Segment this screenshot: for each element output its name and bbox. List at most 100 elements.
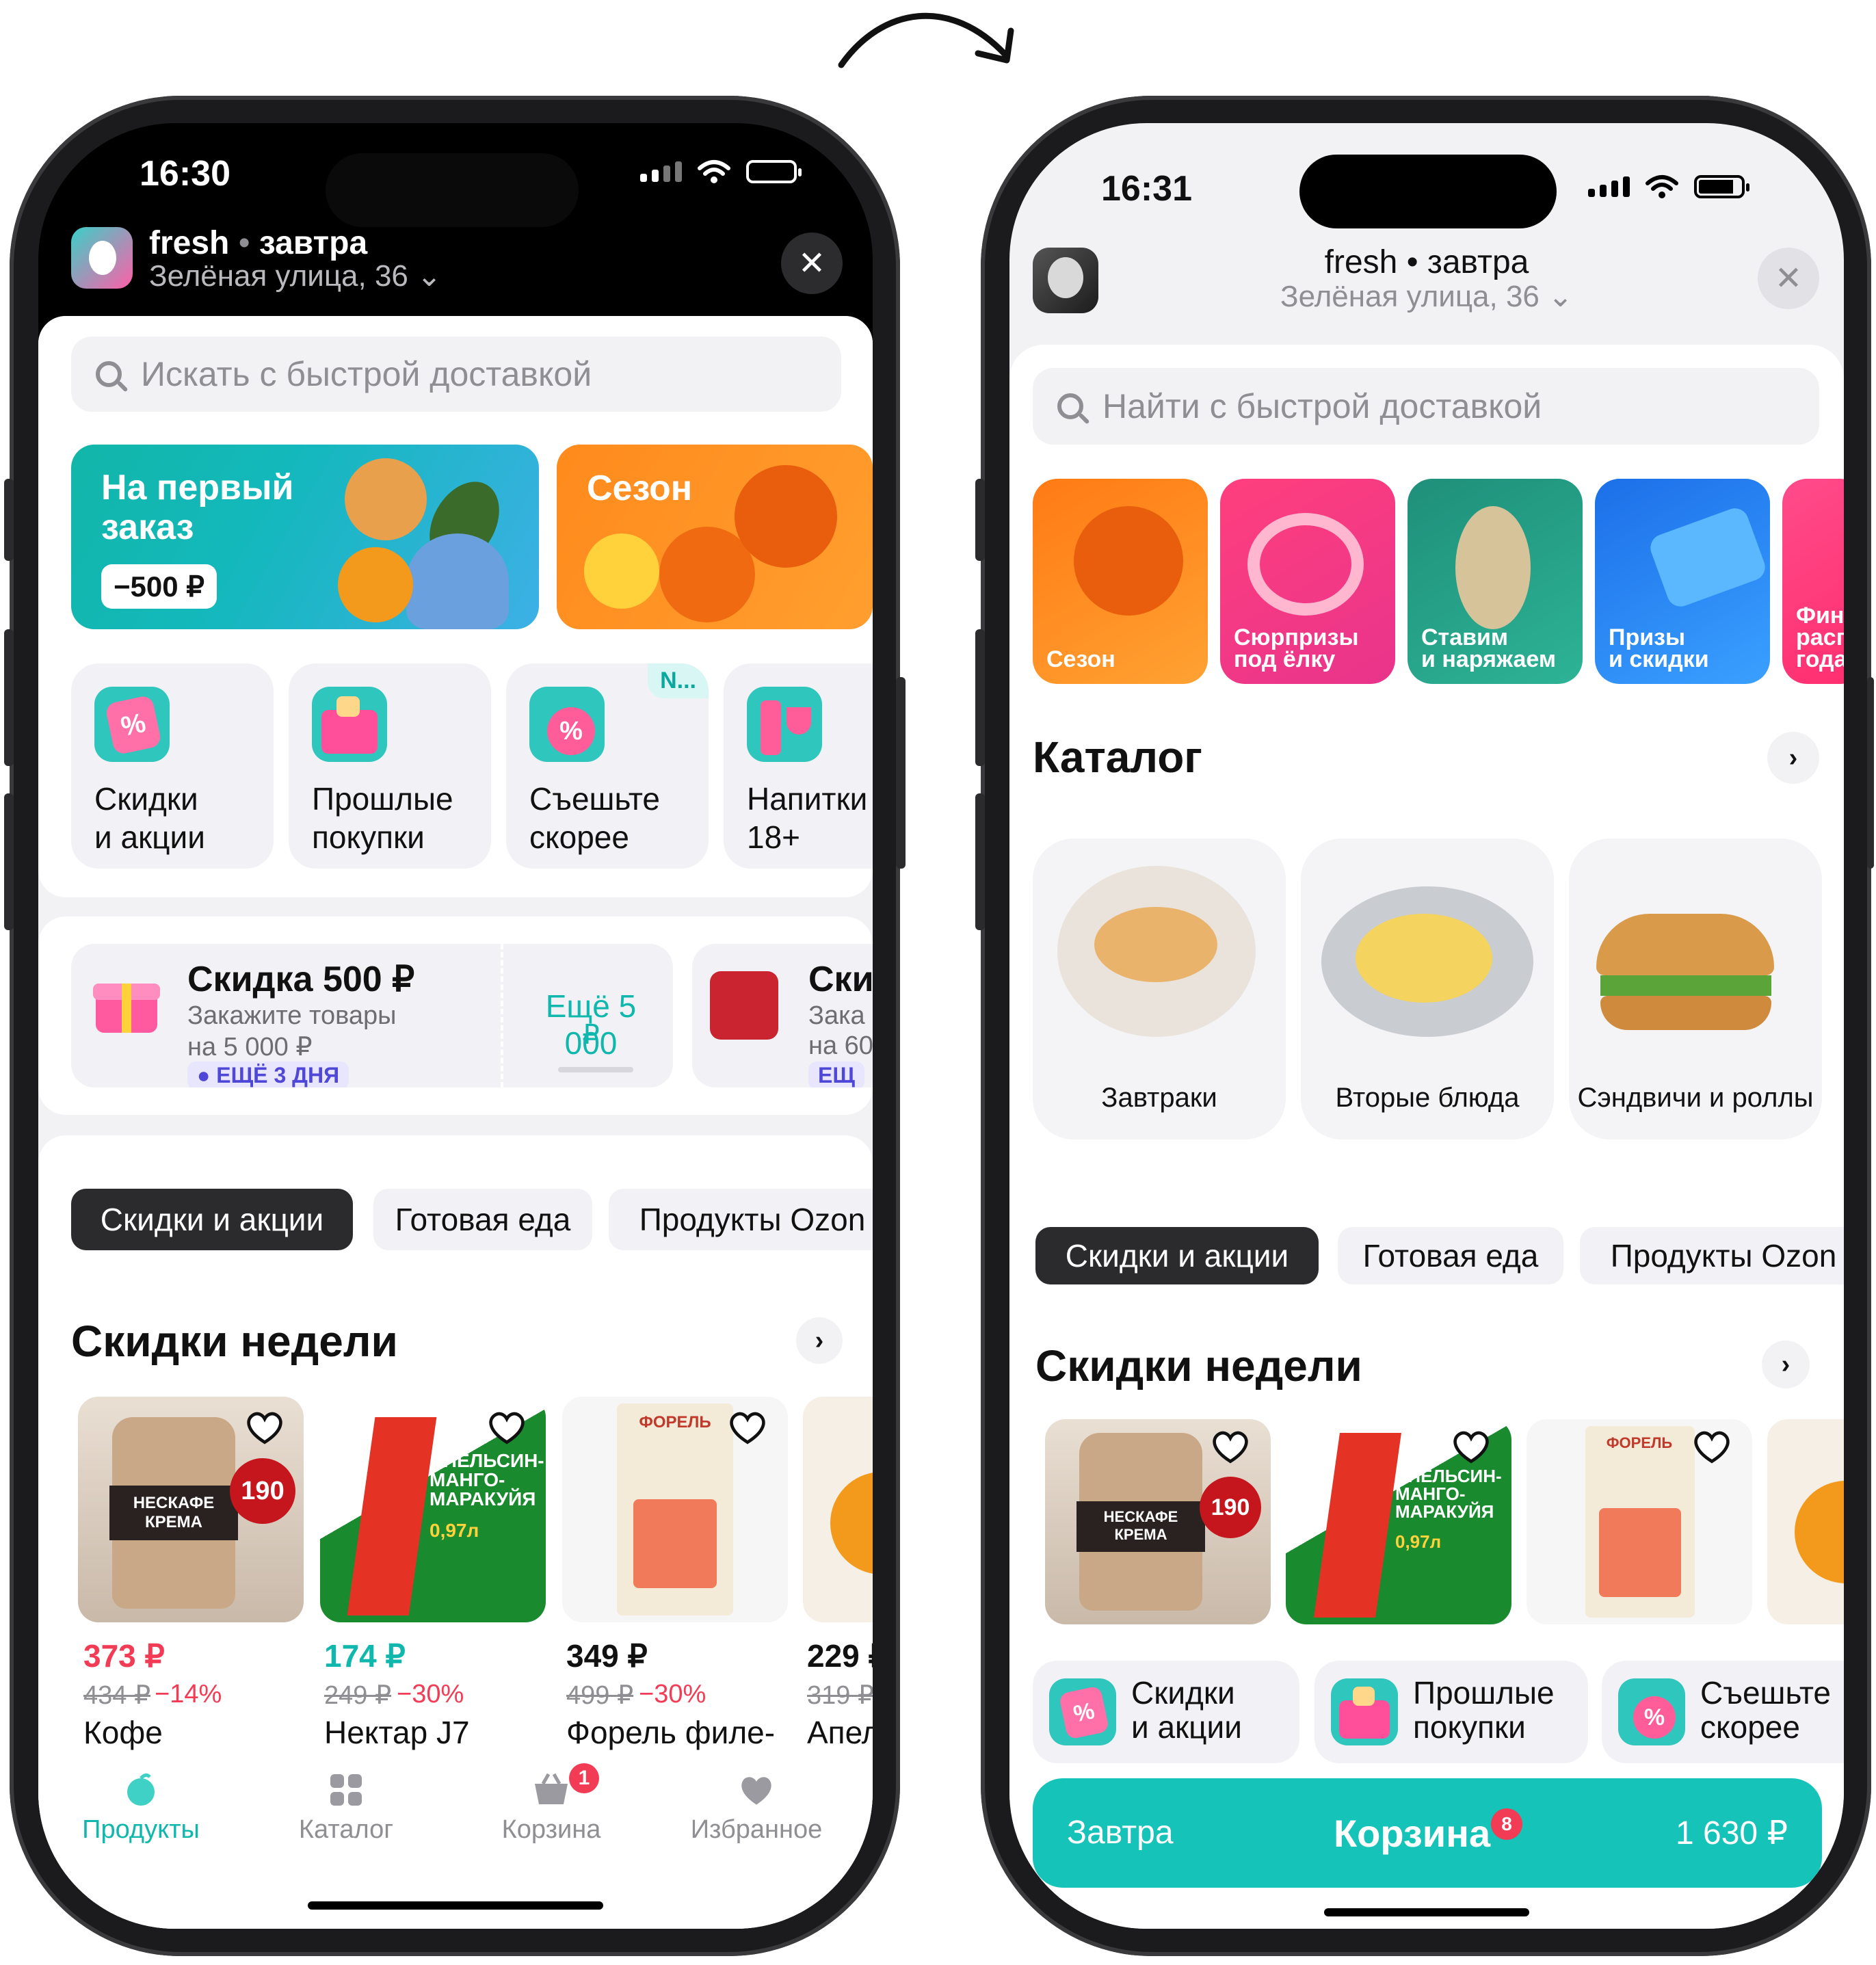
header-title[interactable]: fresh • завтра — [149, 224, 367, 262]
dynamic-island — [1299, 155, 1557, 228]
delivery-address[interactable]: Зелёная улица, 36 ⌄ — [149, 259, 442, 293]
quick-discounts[interactable]: % Скидки и акции — [71, 663, 274, 869]
right-side-button — [1867, 677, 1874, 869]
quick-eat-soon[interactable]: N... % Съешьте скорее — [506, 663, 709, 869]
catalog-label: Сэндвичи и роллы — [1577, 1083, 1814, 1113]
catalog-breakfast[interactable]: Завтраки — [1033, 839, 1286, 1139]
search-input[interactable]: Найти с быстрой доставкой — [1033, 368, 1819, 445]
product-image-orange[interactable] — [1767, 1419, 1844, 1624]
cart-bar[interactable]: Завтра Корзина 8 1 630 ₽ — [1033, 1778, 1822, 1888]
quick-eat-soon[interactable]: % Съешьте скорее — [1602, 1661, 1844, 1763]
catalog-sandwiches[interactable]: Сэндвичи и роллы — [1569, 839, 1822, 1139]
story-season[interactable]: Сезон — [1033, 479, 1208, 684]
favorite-heart-icon[interactable] — [726, 1406, 769, 1449]
product-image-orange[interactable] — [803, 1397, 873, 1622]
story-label: Призы и скидки — [1609, 624, 1709, 672]
section-title: Скидки недели — [71, 1317, 398, 1366]
section-title: Скидки недели — [1035, 1341, 1362, 1390]
title-separator: • — [1406, 244, 1418, 280]
story-prizes[interactable]: Призы и скидки — [1595, 479, 1770, 684]
close-button[interactable]: ✕ — [1758, 248, 1819, 309]
brand-name: fresh — [149, 225, 230, 261]
section-more-button[interactable]: › — [1762, 1341, 1810, 1388]
promo-title: Скидка 500 ₽ — [187, 960, 415, 999]
story-label: Сюрпризы под ёлку — [1234, 624, 1359, 672]
tab-label: Корзина — [501, 1815, 601, 1844]
tab-products[interactable]: Продукты — [59, 1771, 223, 1845]
tab-label: Продукты — [82, 1815, 200, 1844]
favorite-heart-icon[interactable] — [1450, 1425, 1492, 1468]
battery-icon — [746, 160, 802, 183]
story-label: Ставим и наряжаем — [1421, 624, 1556, 672]
left-side-button — [896, 677, 906, 869]
status-icons — [1588, 174, 1749, 200]
product-discount: −30% — [639, 1680, 706, 1709]
tab-favorites[interactable]: Избранное — [674, 1771, 838, 1845]
transition-arrow-icon — [838, 12, 1014, 68]
banner-first-order[interactable]: На первый заказ −500 ₽ — [71, 445, 539, 629]
promo-second-card[interactable]: Ски Зака на 60 ЕЩ — [692, 944, 873, 1087]
product-discount: −30% — [397, 1680, 464, 1709]
left-side-button — [4, 479, 14, 561]
status-icons — [640, 159, 802, 185]
quick-past-purchases[interactable]: Прошлые покупки — [1314, 1661, 1588, 1763]
quick-label: Скидки и акции — [94, 781, 205, 855]
quick-drinks[interactable]: Напитки 18+ — [724, 663, 873, 869]
quick-past-purchases[interactable]: Прошлые покупки — [289, 663, 491, 869]
story-decorate[interactable]: Ставим и наряжаем — [1408, 479, 1583, 684]
chip-ready-food[interactable]: Готовая еда — [373, 1189, 592, 1250]
promo-desc: на 60 — [808, 1031, 873, 1060]
close-button[interactable]: ✕ — [781, 233, 843, 294]
story-surprises[interactable]: Сюрпризы под ёлку — [1220, 479, 1395, 684]
cart-delivery-day: Завтра — [1067, 1815, 1174, 1851]
favorite-heart-icon[interactable] — [243, 1406, 286, 1449]
promo-discount-card[interactable]: Скидка 500 ₽ Закажите товары на 5 000 ₽ … — [71, 944, 673, 1087]
promo-more: ₽ — [582, 1020, 600, 1050]
product-price: 373 ₽ — [83, 1638, 165, 1674]
quick-label: Скидки и акции — [1131, 1675, 1242, 1745]
status-time: 16:31 — [1101, 169, 1192, 209]
right-side-button — [975, 629, 985, 766]
delivery-address[interactable]: Зелёная улица, 36 ⌄ — [1009, 279, 1844, 314]
favorite-heart-icon[interactable] — [1691, 1425, 1733, 1468]
story-finance[interactable]: Фин расп года — [1782, 479, 1844, 684]
shopping-bag-icon — [312, 687, 387, 762]
catalog-more-button[interactable]: › — [1767, 732, 1819, 784]
chip-discounts[interactable]: Скидки и акции — [71, 1189, 353, 1250]
j7-flavor: АПЕЛЬСИН- МАНГО- МАРАКУЙЯ — [1395, 1466, 1502, 1522]
tab-cart[interactable]: Корзина 1 — [469, 1763, 633, 1845]
cart-count-badge: 8 — [1491, 1808, 1522, 1840]
section-more-button[interactable]: › — [796, 1317, 843, 1364]
fresh-food-icon: % — [529, 687, 605, 762]
promo-title: Ски — [808, 960, 873, 999]
fresh-food-icon: % — [1618, 1678, 1685, 1745]
product-name: Форель филе- — [566, 1715, 776, 1750]
search-input[interactable]: Искать с быстрой доставкой — [71, 337, 841, 412]
product-old-price: 499 ₽ — [566, 1681, 634, 1710]
chip-discounts[interactable]: Скидки и акции — [1035, 1227, 1319, 1284]
catalog-main-dishes[interactable]: Вторые блюда — [1301, 839, 1554, 1139]
cart-title: Корзина — [1334, 1812, 1491, 1855]
product-price: 349 ₽ — [566, 1638, 648, 1674]
chip-ozon-products[interactable]: Продукты Ozon — [1580, 1227, 1844, 1284]
chip-ozon-products[interactable]: Продукты Ozon — [609, 1189, 873, 1250]
title-separator: • — [238, 225, 250, 261]
favorite-heart-icon[interactable] — [1209, 1425, 1252, 1468]
banner-image — [331, 451, 536, 629]
quick-discounts[interactable]: % Скидки и акции — [1033, 1661, 1299, 1763]
quick-label: Прошлые покупки — [1413, 1675, 1555, 1745]
clock-icon: ● — [197, 1063, 211, 1087]
tab-catalog[interactable]: Каталог — [264, 1771, 428, 1845]
chip-ready-food[interactable]: Готовая еда — [1338, 1227, 1563, 1284]
trout-label: ФОРЕЛЬ — [639, 1413, 711, 1432]
header-title[interactable]: fresh • завтра — [1009, 243, 1844, 281]
trout-label: ФОРЕЛЬ — [1606, 1434, 1673, 1451]
product-name: Нектар J7 — [324, 1715, 470, 1750]
story-label: Сезон — [1046, 646, 1115, 672]
app-logo — [71, 227, 133, 289]
grams-badge: 190 — [1200, 1477, 1261, 1538]
cart-total: 1 630 ₽ — [1676, 1815, 1788, 1851]
favorite-heart-icon[interactable] — [486, 1406, 528, 1449]
banner-season[interactable]: Сезон — [557, 445, 873, 629]
right-screen: 16:31 fresh • завтра Зелёная улица, 36 ⌄… — [1009, 123, 1844, 1929]
